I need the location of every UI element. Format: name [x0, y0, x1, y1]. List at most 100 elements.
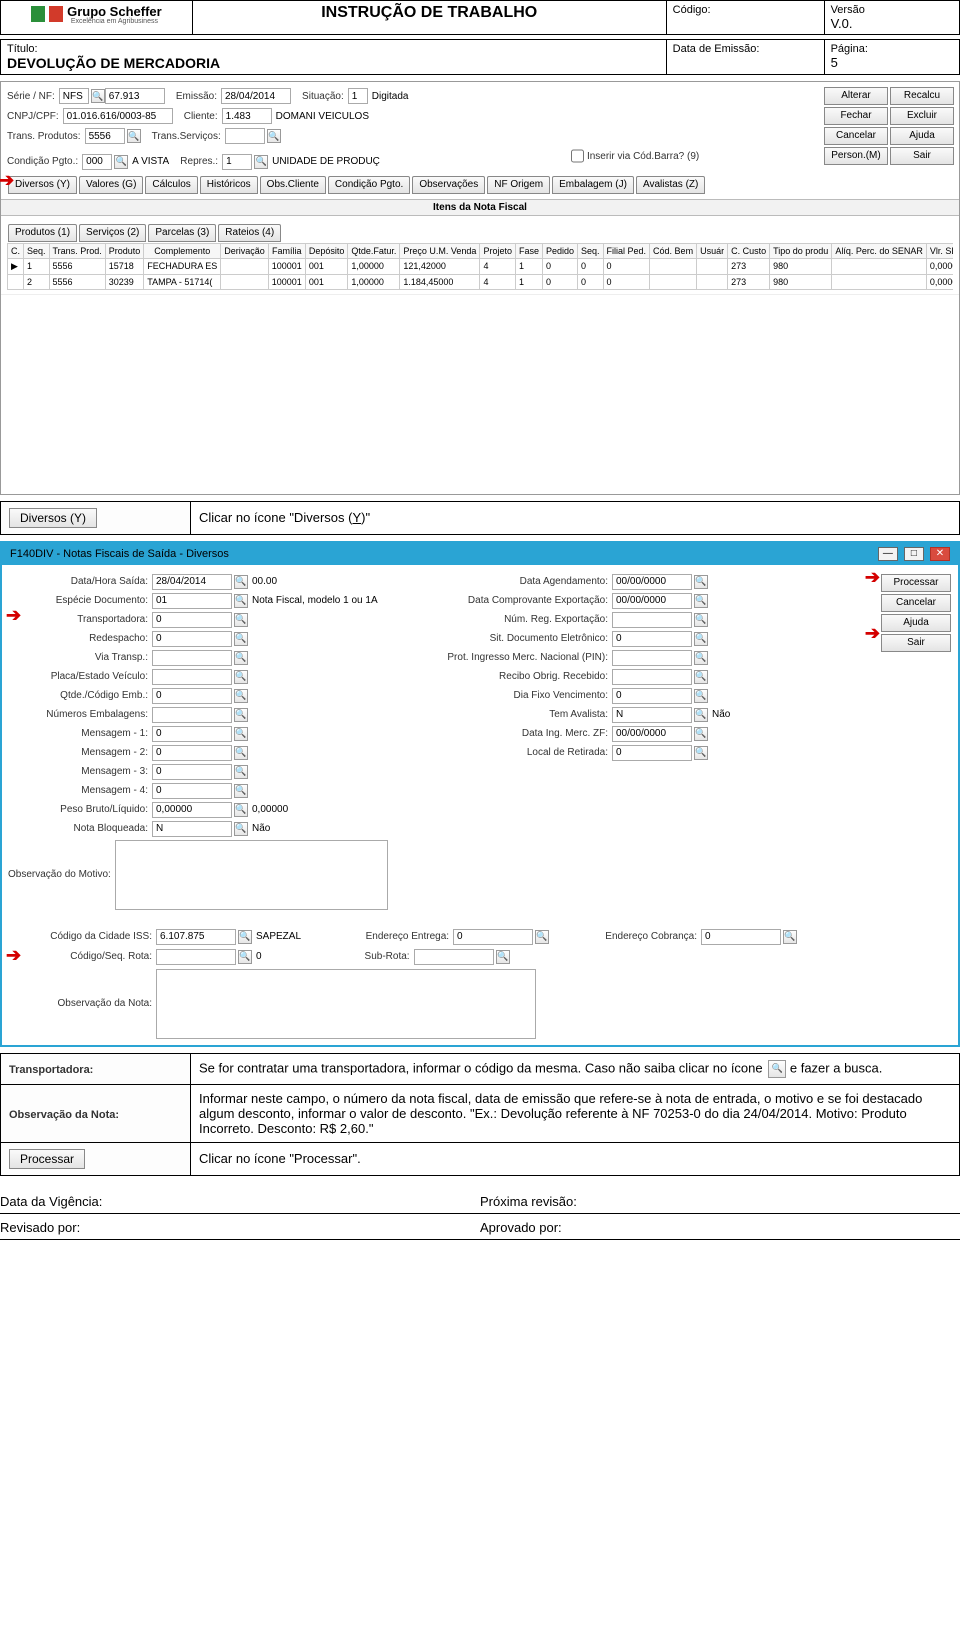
close-icon[interactable]: ✕: [930, 547, 950, 561]
field-input[interactable]: [152, 631, 232, 647]
search-icon[interactable]: 🔍: [496, 950, 510, 964]
search-icon[interactable]: 🔍: [234, 575, 248, 589]
field-input[interactable]: [701, 929, 781, 945]
search-icon[interactable]: 🔍: [254, 155, 268, 169]
search-icon[interactable]: 🔍: [127, 129, 141, 143]
search-icon[interactable]: 🔍: [234, 670, 248, 684]
table-row[interactable]: 2555630239TAMPA - 51714(1000010011,00000…: [8, 274, 954, 289]
tab[interactable]: Valores (G): [79, 176, 143, 194]
search-icon[interactable]: 🔍: [694, 613, 708, 627]
action-button[interactable]: Fechar: [824, 107, 888, 125]
field-input[interactable]: [612, 650, 692, 666]
search-icon[interactable]: 🔍: [694, 594, 708, 608]
cancelar-button[interactable]: Cancelar: [881, 594, 951, 612]
tab[interactable]: Condição Pgto.: [328, 176, 410, 194]
search-icon[interactable]: 🔍: [234, 784, 248, 798]
field-input[interactable]: [152, 688, 232, 704]
sair-button[interactable]: Sair: [881, 634, 951, 652]
search-icon[interactable]: 🔍: [234, 708, 248, 722]
action-button[interactable]: Excluir: [890, 107, 954, 125]
search-icon[interactable]: 🔍: [694, 708, 708, 722]
search-icon[interactable]: 🔍: [234, 689, 248, 703]
search-icon[interactable]: 🔍: [694, 746, 708, 760]
field-input[interactable]: [453, 929, 533, 945]
field-input[interactable]: [156, 949, 236, 965]
field-input[interactable]: [152, 612, 232, 628]
search-icon[interactable]: 🔍: [238, 950, 252, 964]
processar-button[interactable]: Processar: [881, 574, 951, 592]
search-icon[interactable]: 🔍: [694, 689, 708, 703]
situacao-input[interactable]: [348, 88, 368, 104]
field-input[interactable]: [152, 574, 232, 590]
table-row[interactable]: ▶1555615718FECHADURA ES1000010011,000001…: [8, 258, 954, 274]
field-input[interactable]: [414, 949, 494, 965]
field-input[interactable]: [612, 726, 692, 742]
field-input[interactable]: [612, 574, 692, 590]
tab[interactable]: Avalistas (Z): [636, 176, 705, 194]
codbarra-checkbox[interactable]: [571, 148, 584, 164]
search-icon[interactable]: 🔍: [234, 746, 248, 760]
field-input[interactable]: [156, 929, 236, 945]
field-input[interactable]: [152, 745, 232, 761]
action-button[interactable]: Alterar: [824, 87, 888, 105]
tab[interactable]: Cálculos: [145, 176, 197, 194]
field-input[interactable]: [612, 745, 692, 761]
emissao-input[interactable]: [221, 88, 291, 104]
tab[interactable]: Rateios (4): [218, 224, 281, 242]
transserv-input[interactable]: [225, 128, 265, 144]
action-button[interactable]: Person.(M): [824, 147, 888, 165]
action-button[interactable]: Sair: [890, 147, 954, 165]
nf-input[interactable]: [105, 88, 165, 104]
condpgto-input[interactable]: [82, 154, 112, 170]
search-icon[interactable]: 🔍: [114, 155, 128, 169]
field-input[interactable]: [152, 650, 232, 666]
search-icon[interactable]: 🔍: [783, 930, 797, 944]
search-icon[interactable]: 🔍: [234, 765, 248, 779]
search-icon[interactable]: 🔍: [234, 613, 248, 627]
search-icon[interactable]: 🔍: [694, 727, 708, 741]
field-input[interactable]: [152, 593, 232, 609]
minimize-icon[interactable]: —: [878, 547, 898, 561]
search-icon[interactable]: 🔍: [694, 670, 708, 684]
field-input[interactable]: [152, 802, 232, 818]
action-button[interactable]: Cancelar: [824, 127, 888, 145]
search-icon[interactable]: 🔍: [91, 89, 105, 103]
tab[interactable]: Produtos (1): [8, 224, 77, 242]
tab[interactable]: Obs.Cliente: [260, 176, 326, 194]
field-input[interactable]: [152, 764, 232, 780]
field-input[interactable]: [152, 707, 232, 723]
search-icon[interactable]: 🔍: [238, 930, 252, 944]
search-icon[interactable]: 🔍: [234, 632, 248, 646]
tab[interactable]: Embalagem (J): [552, 176, 634, 194]
transprod-input[interactable]: [85, 128, 125, 144]
search-icon[interactable]: 🔍: [234, 594, 248, 608]
tab[interactable]: Serviços (2): [79, 224, 146, 242]
field-input[interactable]: [612, 593, 692, 609]
tab[interactable]: NF Origem: [487, 176, 550, 194]
field-input[interactable]: [612, 669, 692, 685]
tab[interactable]: Históricos: [200, 176, 258, 194]
action-button[interactable]: Ajuda: [890, 127, 954, 145]
field-input[interactable]: [152, 669, 232, 685]
tab[interactable]: Diversos (Y): [8, 176, 77, 194]
field-input[interactable]: [612, 707, 692, 723]
search-icon[interactable]: 🔍: [694, 651, 708, 665]
observacao-textarea[interactable]: [115, 840, 388, 910]
search-icon[interactable]: 🔍: [234, 803, 248, 817]
field-input[interactable]: [152, 726, 232, 742]
search-icon[interactable]: 🔍: [694, 575, 708, 589]
cnpj-input[interactable]: [63, 108, 173, 124]
tab[interactable]: Parcelas (3): [148, 224, 216, 242]
search-icon[interactable]: 🔍: [694, 632, 708, 646]
serie-input[interactable]: [59, 88, 89, 104]
field-input[interactable]: [152, 783, 232, 799]
field-input[interactable]: [152, 821, 232, 837]
field-input[interactable]: [612, 631, 692, 647]
field-input[interactable]: [612, 688, 692, 704]
search-icon[interactable]: 🔍: [267, 129, 281, 143]
search-icon[interactable]: 🔍: [535, 930, 549, 944]
field-input[interactable]: [612, 612, 692, 628]
search-icon[interactable]: 🔍: [234, 727, 248, 741]
cliente-input[interactable]: [222, 108, 272, 124]
maximize-icon[interactable]: □: [904, 547, 924, 561]
